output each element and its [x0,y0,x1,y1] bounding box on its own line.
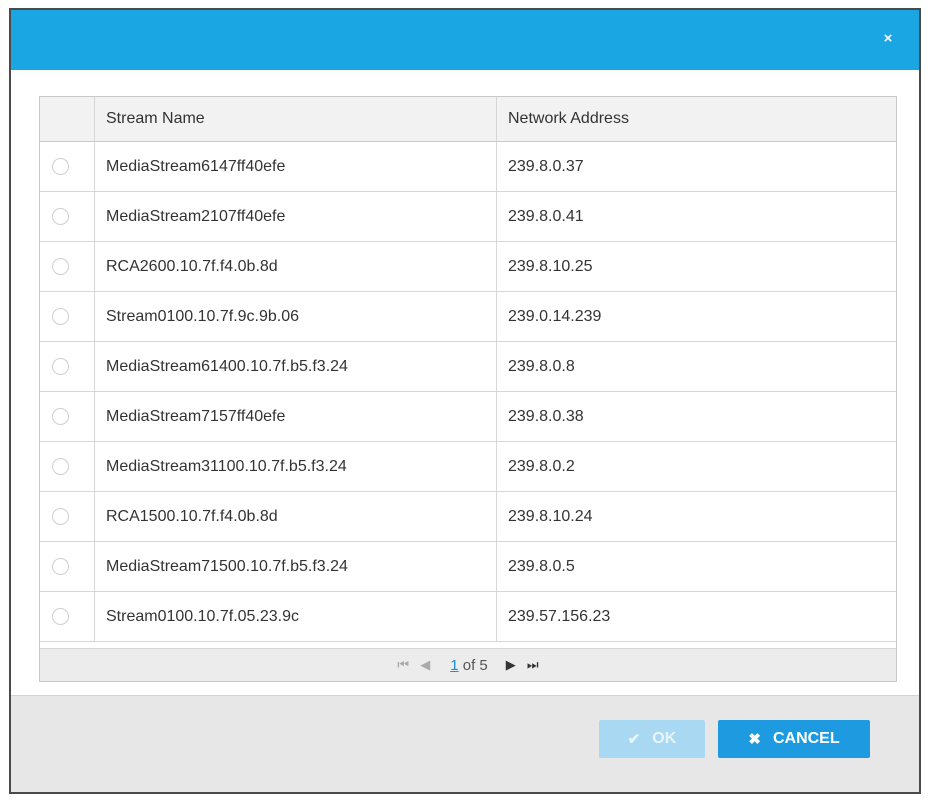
table-row[interactable]: MediaStream31100.10.7f.b5.f3.24 239.8.0.… [40,441,896,492]
stream-name-cell: Stream0100.10.7f.05.23.9c [94,591,497,642]
close-icon[interactable]: × [879,30,897,48]
row-radio-button[interactable] [52,308,69,325]
table-row[interactable]: Stream0100.10.7f.05.23.9c 239.57.156.23 [40,591,896,642]
stream-name-cell: MediaStream71500.10.7f.b5.f3.24 [94,541,497,592]
pagination-bar: ⏮ ◀ 1 of 5 ▶ ⏭ [40,648,896,681]
row-radio-button[interactable] [52,208,69,225]
check-icon: ✔ [627,731,641,748]
table-row[interactable]: MediaStream61400.10.7f.b5.f3.24 239.8.0.… [40,341,896,392]
dialog-footer: ✔ OK ✖ CANCEL [11,695,919,792]
last-page-icon[interactable]: ⏭ [522,657,544,673]
first-page-icon[interactable]: ⏮ [392,657,414,673]
stream-name-cell: MediaStream6147ff40efe [94,141,497,192]
stream-name-cell: MediaStream2107ff40efe [94,191,497,242]
stream-name-header[interactable]: Stream Name [94,97,497,142]
row-radio-button[interactable] [52,358,69,375]
network-address-cell: 239.8.0.5 [496,541,896,592]
table-row[interactable]: RCA1500.10.7f.f4.0b.8d 239.8.10.24 [40,491,896,542]
network-address-cell: 239.8.0.8 [496,341,896,392]
stream-name-cell: RCA2600.10.7f.f4.0b.8d [94,241,497,292]
network-address-cell: 239.8.0.37 [496,141,896,192]
select-stream-dialog: × Stream Name Network Address MediaStrea… [9,8,921,794]
stream-name-cell: MediaStream61400.10.7f.b5.f3.24 [94,341,497,392]
dialog-title-bar: × [11,10,919,70]
row-radio-button[interactable] [52,508,69,525]
cancel-button[interactable]: ✖ CANCEL [718,720,870,758]
network-address-cell: 239.8.10.25 [496,241,896,292]
table-row[interactable]: RCA2600.10.7f.f4.0b.8d 239.8.10.25 [40,241,896,292]
stream-name-cell: RCA1500.10.7f.f4.0b.8d [94,491,497,542]
page-count-text: of 5 [458,656,488,674]
stream-name-cell: MediaStream7157ff40efe [94,391,497,442]
row-radio-button[interactable] [52,558,69,575]
page-indicator: 1 of 5 [450,657,488,674]
network-address-cell: 239.8.0.2 [496,441,896,492]
ok-button-label: OK [652,730,677,747]
row-radio-button[interactable] [52,458,69,475]
table-row[interactable]: Stream0100.10.7f.9c.9b.06 239.0.14.239 [40,291,896,342]
table-row[interactable]: MediaStream71500.10.7f.b5.f3.24 239.8.0.… [40,541,896,592]
network-address-header[interactable]: Network Address [496,97,896,142]
table-row[interactable]: MediaStream2107ff40efe 239.8.0.41 [40,191,896,242]
table-row[interactable]: MediaStream6147ff40efe 239.8.0.37 [40,141,896,192]
network-address-cell: 239.0.14.239 [496,291,896,342]
ok-button[interactable]: ✔ OK [599,720,705,758]
network-address-cell: 239.8.10.24 [496,491,896,542]
close-icon: ✖ [748,731,761,748]
current-page-link[interactable]: 1 [450,657,458,674]
streams-table: Stream Name Network Address MediaStream6… [39,96,897,682]
next-page-icon[interactable]: ▶ [500,657,522,673]
network-address-cell: 239.8.0.38 [496,391,896,442]
network-address-cell: 239.57.156.23 [496,591,896,642]
table-row[interactable]: MediaStream7157ff40efe 239.8.0.38 [40,391,896,442]
select-column-header [40,97,95,142]
table-header-row: Stream Name Network Address [40,97,896,142]
previous-page-icon[interactable]: ◀ [414,657,436,673]
row-radio-button[interactable] [52,408,69,425]
row-radio-button[interactable] [52,158,69,175]
network-address-cell: 239.8.0.41 [496,191,896,242]
stream-name-cell: Stream0100.10.7f.9c.9b.06 [94,291,497,342]
stream-name-cell: MediaStream31100.10.7f.b5.f3.24 [94,441,497,492]
cancel-button-label: CANCEL [772,730,840,747]
row-radio-button[interactable] [52,258,69,275]
row-radio-button[interactable] [52,608,69,625]
